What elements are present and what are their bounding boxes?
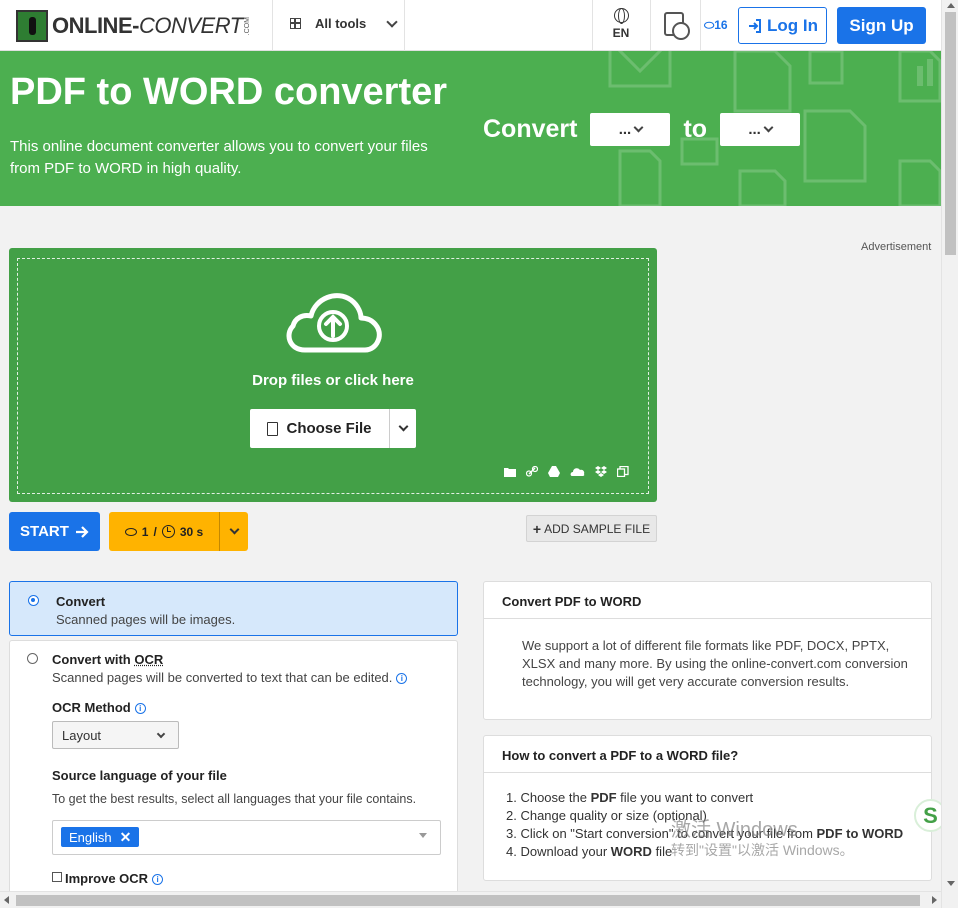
chevron-down-icon (763, 122, 774, 133)
dropzone-prompt: Drop files or click here (252, 372, 414, 389)
ocr-method-select[interactable]: Layout (52, 721, 179, 749)
file-plus-icon (267, 421, 279, 436)
all-tools-label: All tools (315, 16, 367, 31)
history-clock-icon[interactable] (664, 12, 690, 40)
ocr-method-label: OCR Method i (52, 700, 146, 715)
header-divider (700, 0, 701, 51)
option-ocr-title: Convert with OCR (52, 652, 164, 667)
plus-icon: + (532, 520, 542, 537)
option-convert-desc: Scanned pages will be images. (56, 612, 236, 627)
choose-file-main[interactable]: Choose File (250, 409, 390, 448)
howto-step: 1. Choose the PDF file you want to conve… (506, 790, 754, 805)
chevron-down-icon (633, 122, 644, 133)
page-title: PDF to WORD converter (10, 71, 448, 113)
caret-down-icon[interactable] (419, 833, 427, 838)
coin-icon: ⬭ (704, 18, 715, 32)
from-format-select[interactable]: ... (590, 113, 671, 146)
option-ocr[interactable]: Convert with OCR Scanned pages will be c… (9, 640, 458, 900)
info-icon[interactable]: i (396, 673, 408, 684)
add-sample-file-button[interactable]: + ADD SAMPLE FILE (526, 515, 657, 542)
coin-icon (124, 527, 137, 536)
format-selector-row: Convert ... to ... (483, 113, 801, 146)
hero-banner: PDF to WORD converter This online docume… (0, 51, 941, 206)
upload-sources (504, 466, 629, 477)
chevron-down-icon (229, 524, 239, 535)
scroll-right-icon[interactable] (932, 896, 937, 904)
horizontal-scrollbar[interactable] (0, 891, 941, 908)
to-label: to (683, 115, 708, 143)
vertical-scrollbar[interactable] (941, 0, 958, 908)
onedrive-icon[interactable] (570, 466, 585, 477)
clock-icon (161, 525, 175, 538)
login-button[interactable]: Log In (738, 7, 827, 44)
option-convert[interactable]: Convert Scanned pages will be images. (9, 581, 458, 636)
conversion-cost-button[interactable]: 1 / 30 s (109, 512, 248, 551)
signup-button[interactable]: Sign Up (837, 7, 926, 44)
info-panel-body: We support a lot of different file forma… (522, 638, 908, 689)
header-divider (650, 0, 651, 51)
horizontal-scroll-thumb[interactable] (16, 895, 920, 906)
language-selector[interactable]: EN (607, 8, 635, 40)
info-panel-title: Convert PDF to WORD (484, 582, 931, 619)
login-arrow-icon (749, 18, 761, 33)
howto-panel-title: How to convert a PDF to a WORD file? (484, 736, 931, 773)
to-format-select[interactable]: ... (720, 113, 801, 146)
language-label: EN (612, 26, 630, 40)
info-icon[interactable]: i (152, 874, 164, 885)
cost-dropdown[interactable] (220, 524, 248, 535)
remove-tag-icon[interactable]: ✕ (120, 829, 132, 846)
header-divider (592, 0, 593, 51)
scroll-left-icon[interactable] (4, 896, 9, 904)
logo-suffix: .COM (243, 16, 251, 36)
source-language-input[interactable]: English ✕ (52, 820, 441, 855)
scroll-up-icon[interactable] (947, 3, 955, 8)
windows-activation-watermark: 激活 Windows 转到"设置"以激活 Windows。 (671, 819, 854, 858)
option-ocr-desc: Scanned pages will be converted to text … (52, 670, 408, 685)
info-icon[interactable]: i (134, 703, 146, 714)
header-divider (272, 0, 273, 51)
info-panel: Convert PDF to WORD We support a lot of … (483, 581, 932, 720)
start-button[interactable]: START (9, 512, 100, 551)
grid-icon (290, 18, 301, 29)
option-convert-title: Convert (56, 594, 106, 609)
logo-text: ONLINE-CONVERT (52, 13, 243, 38)
source-language-label: Source language of your file (52, 768, 227, 783)
folder-icon[interactable] (504, 466, 516, 477)
vertical-scroll-thumb[interactable] (945, 12, 956, 255)
scroll-down-icon[interactable] (947, 881, 955, 886)
site-logo[interactable]: ONLINE-CONVERT .COM (16, 10, 251, 42)
choose-file-dropdown[interactable] (390, 421, 416, 432)
convert-radio[interactable] (28, 595, 39, 606)
convert-label: Convert (483, 115, 578, 143)
top-header: ONLINE-CONVERT .COM All tools EN ⬭16 Log… (0, 0, 941, 51)
logo-mark-icon (16, 10, 48, 42)
choose-file-button[interactable]: Choose File (250, 409, 416, 448)
chevron-down-icon (156, 729, 166, 739)
file-dropzone[interactable]: Drop files or click here Choose File (9, 248, 657, 502)
conversion-cost-info[interactable]: 1 / 30 s (109, 512, 220, 551)
all-tools-menu[interactable]: All tools (290, 15, 398, 31)
chevron-down-icon (398, 421, 408, 432)
header-divider (404, 0, 405, 51)
ocr-radio[interactable] (27, 653, 38, 664)
link-icon[interactable] (526, 466, 538, 477)
improve-ocr-checkbox[interactable] (52, 872, 62, 882)
arrow-right-icon (75, 525, 89, 538)
credits-counter[interactable]: ⬭16 (704, 18, 728, 33)
chevron-down-icon (386, 15, 398, 28)
copy-icon[interactable] (617, 466, 629, 477)
advertisement-label: Advertisement (861, 241, 932, 253)
improve-ocr-label: Improve OCR i (65, 871, 164, 886)
dropbox-icon[interactable] (595, 466, 607, 477)
cloud-upload-icon (286, 293, 382, 353)
language-tag: English ✕ (61, 827, 140, 847)
google-drive-icon[interactable] (548, 466, 560, 477)
source-language-help: To get the best results, select all lang… (52, 792, 417, 806)
page-description: This online document converter allows yo… (10, 138, 428, 177)
globe-icon (613, 8, 629, 24)
